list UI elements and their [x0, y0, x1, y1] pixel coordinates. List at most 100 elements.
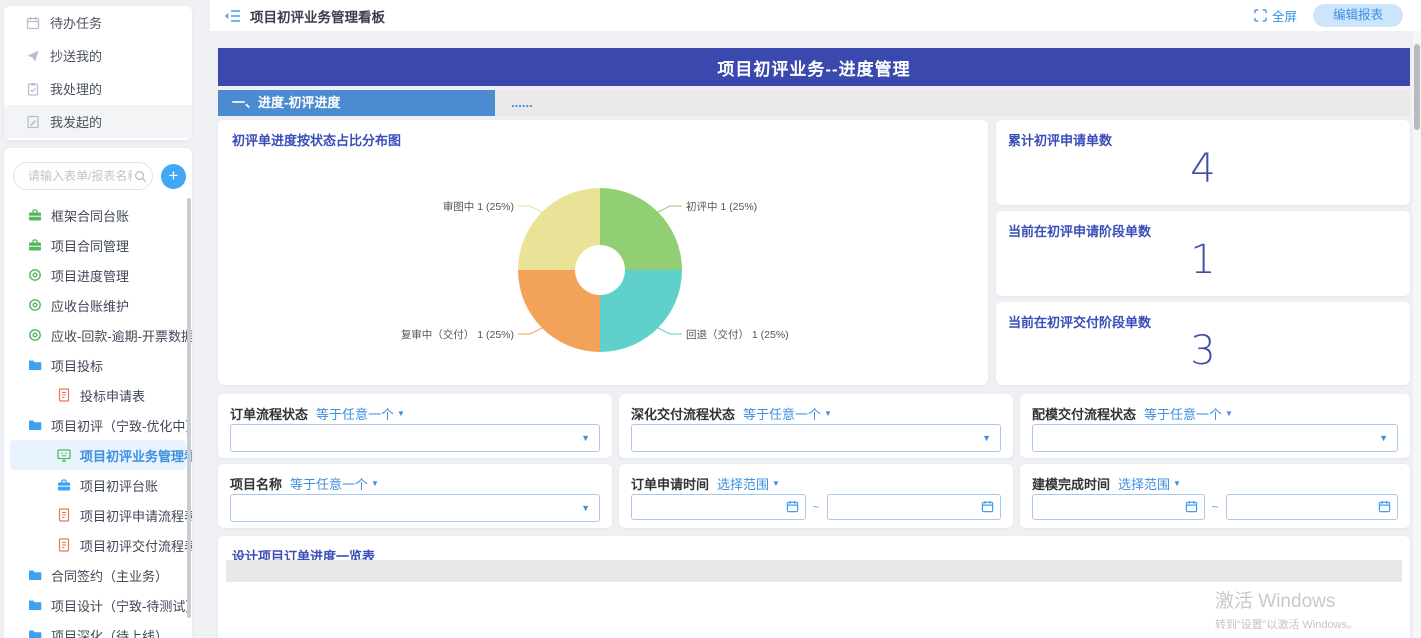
fullscreen-button[interactable]: 全屏: [1254, 6, 1297, 25]
order-status-select[interactable]: ▼: [230, 424, 600, 452]
sidebar-item-project-contract-mgmt[interactable]: 项目合同管理: [4, 230, 192, 260]
calendar-icon[interactable]: [1378, 500, 1391, 518]
modeling-finish-date-start-input[interactable]: [1032, 494, 1205, 520]
document-edit-icon: [26, 115, 40, 129]
calendar-icon[interactable]: [981, 500, 994, 518]
document-icon: [57, 508, 71, 522]
chevron-down-icon: ▼: [982, 433, 991, 443]
chevron-down-icon: ▼: [824, 409, 832, 418]
table-header-row: [226, 560, 1402, 582]
page-title: 项目初评业务管理看板: [250, 6, 385, 26]
tab-more[interactable]: ......: [495, 90, 533, 116]
chevron-down-icon: ▼: [581, 503, 590, 513]
stat-value: 3: [996, 328, 1410, 374]
dashboard-banner: 项目初评业务--进度管理: [218, 48, 1410, 86]
order-apply-date-end-input[interactable]: [827, 494, 1002, 520]
stat-value: 4: [996, 146, 1410, 192]
sidebar-item-bid-application-form[interactable]: 投标申请表: [4, 380, 192, 410]
calendar-icon[interactable]: [1185, 500, 1198, 518]
scrollbar-thumb[interactable]: [1414, 44, 1420, 130]
search-input[interactable]: [26, 168, 134, 184]
calendar-icon[interactable]: [786, 500, 799, 518]
filter-modeling-finish-time: 建模完成时间选择范围▼ ~: [1020, 464, 1410, 528]
clipboard-check-icon: [26, 82, 40, 96]
filter-op[interactable]: 选择范围▼: [1118, 474, 1181, 493]
sidebar-folder-project-bidding[interactable]: 项目投标: [4, 350, 192, 380]
collapse-sidebar-icon[interactable]: [224, 9, 241, 23]
sidebar-item-receivable-ledger[interactable]: 应收台账维护: [4, 290, 192, 320]
deepen-delivery-status-select[interactable]: ▼: [631, 424, 1001, 452]
sidebar-folder-contract-signing[interactable]: 合同签约（主业务）: [4, 560, 192, 590]
mold-delivery-status-select[interactable]: ▼: [1032, 424, 1398, 452]
dashboard-app: 待办任务 抄送我的 我处理的 我发起的 +: [0, 0, 1421, 638]
search-icon: [134, 170, 147, 183]
filter-op[interactable]: 等于任意一个▼: [1144, 404, 1233, 423]
sidebar-item-handled-by-me[interactable]: 我处理的: [4, 72, 192, 105]
label-connector: [658, 328, 682, 334]
order-apply-date-start-input[interactable]: [631, 494, 806, 520]
folder-icon: [28, 598, 42, 612]
document-icon: [57, 388, 71, 402]
chevron-down-icon: ▼: [1173, 479, 1181, 488]
tab-progress[interactable]: 一、进度-初评进度: [218, 90, 495, 116]
pie-label: 初评中 1 (25%): [686, 200, 757, 213]
folder-icon: [28, 628, 42, 638]
pie-label: 回退（交付） 1 (25%): [686, 328, 789, 341]
pie-slice: [600, 270, 682, 352]
add-form-button[interactable]: +: [161, 164, 186, 189]
sidebar-folder-project-preliminary-review[interactable]: 项目初评（宁致-优化中）: [4, 410, 192, 440]
chevron-down-icon: ▼: [581, 433, 590, 443]
sidebar-item-preliminary-review-delivery-form[interactable]: 项目初评交付流程表单: [4, 530, 192, 560]
sidebar-item-preliminary-review-dashboard[interactable]: 项目初评业务管理看板: [10, 440, 186, 470]
sidebar-folder-clipped[interactable]: 项目深化（待上线）: [4, 620, 192, 638]
sidebar-scrollbar[interactable]: [187, 198, 191, 618]
project-name-select[interactable]: ▼: [230, 494, 600, 522]
label-connector: [658, 206, 682, 212]
stat-card-in-application-stage: 当前在初评申请阶段单数 1: [996, 211, 1410, 296]
filter-op[interactable]: 选择范围▼: [717, 474, 780, 493]
target-icon: [28, 268, 42, 282]
sidebar-item-project-progress-mgmt[interactable]: 项目进度管理: [4, 260, 192, 290]
label-connector: [518, 328, 542, 334]
folder-icon: [28, 358, 42, 372]
sidebar-item-label: 我处理的: [50, 79, 102, 98]
sidebar-item-receivable-invoice-data[interactable]: 应收-回款-逾期-开票数据: [4, 320, 192, 350]
filter-order-status: 订单流程状态等于任意一个▼ ▼: [218, 394, 612, 458]
sidebar-folder-project-design[interactable]: 项目设计（宁致-待测试）: [4, 590, 192, 620]
filter-label: 深化交付流程状态: [631, 404, 735, 423]
page-scrollbar[interactable]: [1413, 31, 1421, 638]
modeling-finish-date-end-input[interactable]: [1226, 494, 1399, 520]
sidebar: 待办任务 抄送我的 我处理的 我发起的 +: [0, 0, 210, 638]
dashboard-icon: [57, 448, 71, 462]
topbar: 项目初评业务管理看板 全屏 编辑报表: [210, 0, 1421, 31]
target-icon: [28, 328, 42, 342]
donut-chart: 初评中 1 (25%) 回退（交付） 1 (25%) 复审中（交付） 1 (25…: [218, 120, 988, 385]
pie-slice: [600, 188, 682, 270]
filter-project-name: 项目名称等于任意一个▼ ▼: [218, 464, 612, 528]
filter-op[interactable]: 等于任意一个▼: [290, 474, 379, 493]
edit-report-button[interactable]: 编辑报表: [1313, 4, 1403, 27]
sidebar-item-label: 抄送我的: [50, 46, 102, 65]
pie-slice: [518, 270, 600, 352]
sidebar-item-preliminary-review-ledger[interactable]: 项目初评台账: [4, 470, 192, 500]
filter-label: 项目名称: [230, 474, 282, 493]
filter-deepen-delivery-status: 深化交付流程状态等于任意一个▼ ▼: [619, 394, 1013, 458]
briefcase-icon: [28, 238, 42, 252]
sidebar-item-preliminary-review-apply-form[interactable]: 项目初评申请流程表单: [4, 500, 192, 530]
stat-card-in-delivery-stage: 当前在初评交付阶段单数 3: [996, 302, 1410, 385]
filter-order-apply-time: 订单申请时间选择范围▼ ~: [619, 464, 1013, 528]
chevron-down-icon: ▼: [1379, 433, 1388, 443]
filter-op[interactable]: 等于任意一个▼: [743, 404, 832, 423]
date-range-separator: ~: [813, 500, 820, 514]
sidebar-item-cc-me[interactable]: 抄送我的: [4, 39, 192, 72]
send-icon: [26, 49, 40, 63]
sidebar-item-frame-contract-ledger[interactable]: 框架合同台账: [4, 200, 192, 230]
calendar-icon: [26, 16, 40, 30]
chevron-down-icon: ▼: [1225, 409, 1233, 418]
chevron-down-icon: ▼: [772, 479, 780, 488]
chevron-down-icon: ▼: [371, 479, 379, 488]
sidebar-item-todo[interactable]: 待办任务: [4, 6, 192, 39]
document-icon: [57, 538, 71, 552]
sidebar-item-started-by-me[interactable]: 我发起的: [4, 105, 192, 138]
filter-op[interactable]: 等于任意一个▼: [316, 404, 405, 423]
